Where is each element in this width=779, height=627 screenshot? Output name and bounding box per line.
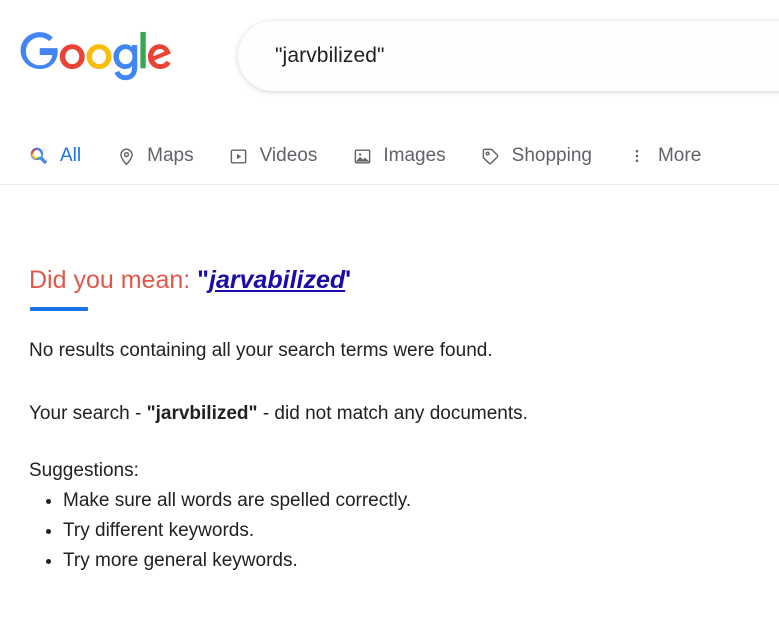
tab-more-label: More	[657, 145, 702, 166]
tab-images-label: Images	[383, 145, 446, 166]
search-tabs-bar: All Maps Videos Images Shopping More	[0, 128, 779, 311]
tab-maps[interactable]: Maps	[115, 128, 194, 184]
more-vertical-icon	[626, 145, 648, 167]
did-you-mean-label: Did you mean:	[29, 266, 198, 294]
price-tag-icon	[480, 145, 502, 167]
active-tab-indicator	[30, 307, 88, 311]
tab-all-label: All	[60, 145, 82, 166]
suggestions-list: Make sure all words are spelled correctl…	[29, 486, 411, 576]
google-search-results-page: "jarvbilized" All Maps Videos Images Sho…	[0, 0, 779, 627]
search-icon	[28, 145, 50, 167]
spelling-suggestion-link[interactable]: jarvabilized	[209, 266, 345, 294]
list-item: Try different keywords.	[63, 516, 411, 546]
map-pin-icon	[115, 145, 137, 167]
tab-all[interactable]: All	[28, 128, 81, 184]
tab-maps-label: Maps	[147, 145, 194, 166]
search-input[interactable]: "jarvbilized"	[238, 21, 779, 91]
tab-shopping-label: Shopping	[511, 145, 592, 166]
tab-videos[interactable]: Videos	[228, 128, 318, 184]
did-you-mean-close-quote: '	[345, 266, 352, 294]
tab-shopping[interactable]: Shopping	[480, 128, 592, 184]
your-search-term: "jarvbilized"	[146, 403, 258, 424]
page-header: "jarvbilized"	[0, 0, 779, 112]
no-results-message: No results containing all your search te…	[29, 340, 493, 361]
google-logo[interactable]	[20, 30, 172, 82]
search-tabs: All Maps Videos Images Shopping More	[28, 128, 701, 184]
your-search-message: Your search - "jarvbilized" - did not ma…	[29, 404, 528, 423]
suggestions-heading: Suggestions:	[29, 460, 139, 481]
image-icon	[351, 145, 373, 167]
list-item: Make sure all words are spelled correctl…	[63, 486, 411, 516]
did-you-mean-open-quote: "	[197, 266, 209, 294]
video-play-icon	[228, 145, 250, 167]
search-query-text: "jarvbilized"	[275, 44, 385, 67]
list-item: Try more general keywords.	[63, 546, 411, 576]
your-search-suffix: - did not match any documents.	[257, 403, 528, 424]
tab-images[interactable]: Images	[351, 128, 446, 184]
did-you-mean-row: Did you mean: "jarvabilized'	[29, 268, 351, 293]
tab-more[interactable]: More	[626, 128, 701, 184]
your-search-prefix: Your search -	[29, 403, 147, 424]
tab-videos-label: Videos	[259, 145, 318, 166]
